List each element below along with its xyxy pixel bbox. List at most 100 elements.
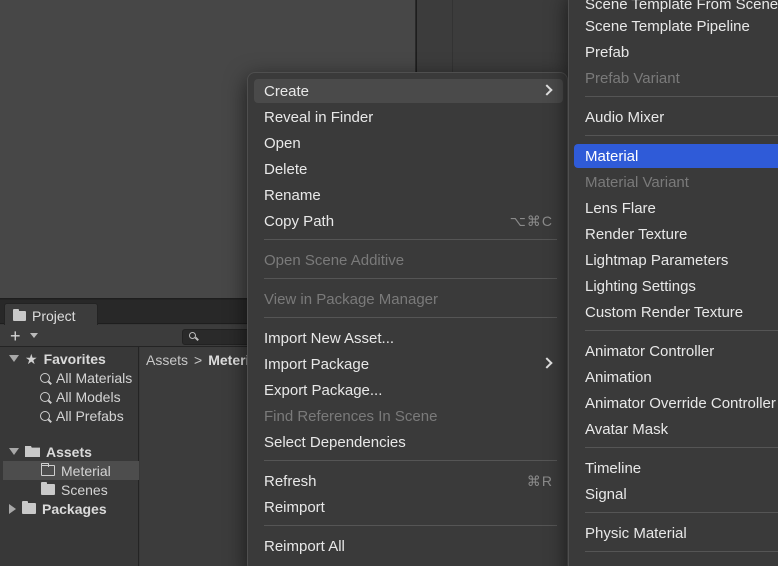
shortcut-label: ⌘R (526, 472, 553, 489)
menu-item-label: Lightmap Parameters (585, 251, 729, 269)
tree-item-label: Meterial (61, 462, 111, 479)
tree-item-all-prefabs[interactable]: All Prefabs (40, 406, 124, 425)
submenu-item-render-texture[interactable]: Render Texture (574, 222, 778, 246)
menu-item-create[interactable]: Create (254, 79, 563, 103)
context-menu: Create Reveal in Finder Open Delete Rena… (247, 72, 568, 566)
submenu-item-animation[interactable]: Animation (574, 365, 778, 389)
tree-item-favorites[interactable]: ★ Favorites (9, 349, 106, 368)
submenu-item-lightmap-parameters[interactable]: Lightmap Parameters (574, 248, 778, 272)
menu-item-label: Import Package (264, 355, 370, 373)
menu-item-label: Signal (585, 485, 627, 503)
expand-triangle-icon[interactable] (9, 355, 19, 362)
menu-item-reimport-all[interactable]: Reimport All (254, 534, 563, 558)
favorites-label: Favorites (43, 350, 106, 367)
menu-item-label: Animator Controller (585, 342, 715, 360)
submenu-item-audio-mixer[interactable]: Audio Mixer (574, 105, 778, 129)
submenu-item-scene-template-pipeline[interactable]: Scene Template Pipeline (574, 14, 778, 38)
tree-item-packages[interactable]: Packages (9, 499, 107, 518)
menu-separator (585, 135, 778, 136)
menu-separator (585, 512, 778, 513)
chevron-right-icon (541, 357, 553, 369)
menu-item-label: Animation (585, 368, 652, 386)
menu-item-open[interactable]: Open (254, 131, 563, 155)
breadcrumb-assets[interactable]: Assets (146, 352, 188, 368)
shortcut-label: ⌥⌘C (509, 212, 553, 229)
submenu-item-custom-render-texture[interactable]: Custom Render Texture (574, 300, 778, 324)
project-tab-label: Project (32, 308, 76, 324)
submenu-item-prefab[interactable]: Prefab (574, 40, 778, 64)
tree-item-all-models[interactable]: All Models (40, 387, 121, 406)
menu-item-label: Open Scene Additive (264, 251, 405, 269)
menu-item-delete[interactable]: Delete (254, 157, 563, 181)
menu-item-label: Prefab (585, 43, 630, 61)
menu-item-import-new-asset[interactable]: Import New Asset... (254, 326, 563, 350)
search-icon (189, 332, 196, 339)
project-tab[interactable]: Project (4, 303, 98, 325)
menu-item-label: Rename (264, 186, 321, 204)
menu-item-reimport[interactable]: Reimport (254, 495, 563, 519)
submenu-item-animator-override-controller[interactable]: Animator Override Controller (574, 391, 778, 415)
folder-icon (22, 501, 36, 514)
submenu-item-avatar-mask[interactable]: Avatar Mask (574, 417, 778, 441)
packages-label: Packages (42, 500, 107, 517)
menu-item-find-references: Find References In Scene (254, 404, 563, 428)
tree-item-all-materials[interactable]: All Materials (40, 368, 132, 387)
search-icon (40, 372, 50, 383)
menu-separator (585, 551, 778, 552)
star-icon: ★ (25, 350, 38, 367)
menu-item-rename[interactable]: Rename (254, 183, 563, 207)
menu-item-label: Lighting Settings (585, 277, 696, 295)
menu-item-label: View in Package Manager (264, 290, 438, 308)
tree-item-meterial[interactable]: Meterial (3, 461, 139, 480)
project-tree: ★ Favorites All Materials All Models All… (0, 347, 139, 566)
create-plus-button[interactable]: + (10, 325, 21, 347)
menu-item-label: Scene Template Pipeline (585, 17, 750, 35)
menu-separator (264, 317, 557, 318)
submenu-item-animator-controller[interactable]: Animator Controller (574, 339, 778, 363)
menu-item-label: Reveal in Finder (264, 108, 374, 126)
chevron-right-icon (541, 84, 553, 96)
menu-item-import-package[interactable]: Import Package (254, 352, 563, 376)
tree-item-assets[interactable]: Assets (9, 442, 92, 461)
menu-item-copy-path[interactable]: Copy Path ⌥⌘C (254, 209, 563, 233)
submenu-item-timeline[interactable]: Timeline (574, 456, 778, 480)
menu-item-export-package[interactable]: Export Package... (254, 378, 563, 402)
search-input[interactable] (182, 329, 252, 345)
menu-item-label: Copy Path (264, 212, 335, 230)
menu-separator (264, 278, 557, 279)
submenu-item-lens-flare[interactable]: Lens Flare (574, 196, 778, 220)
submenu-item-signal[interactable]: Signal (574, 482, 778, 506)
menu-item-label: Prefab Variant (585, 69, 680, 87)
menu-separator (264, 239, 557, 240)
submenu-item-lighting-settings[interactable]: Lighting Settings (574, 274, 778, 298)
menu-item-select-dependencies[interactable]: Select Dependencies (254, 430, 563, 454)
menu-item-refresh[interactable]: Refresh ⌘R (254, 469, 563, 493)
tree-item-label: All Materials (56, 369, 133, 386)
menu-item-label: Material (585, 147, 639, 165)
menu-item-label: Audio Mixer (585, 108, 665, 126)
menu-item-label: Find References In Scene (264, 407, 438, 425)
menu-separator (585, 447, 778, 448)
submenu-item-material-variant: Material Variant (574, 170, 778, 194)
search-icon (40, 391, 50, 402)
tree-item-label: Scenes (61, 481, 108, 498)
menu-item-label: Custom Render Texture (585, 303, 744, 321)
menu-item-label: Scene Template From Scene (585, 0, 778, 13)
menu-item-open-scene-additive: Open Scene Additive (254, 248, 563, 272)
create-submenu: Scene Template From Scene Scene Template… (568, 0, 778, 566)
menu-item-reveal-in-finder[interactable]: Reveal in Finder (254, 105, 563, 129)
collapse-triangle-icon[interactable] (9, 503, 16, 514)
submenu-item-material[interactable]: Material (574, 144, 778, 168)
menu-item-view-in-package-manager: View in Package Manager (254, 287, 563, 311)
submenu-item-prefab-variant: Prefab Variant (574, 66, 778, 90)
menu-item-label: Open (264, 134, 301, 152)
tree-item-scenes[interactable]: Scenes (41, 480, 108, 499)
expand-triangle-icon[interactable] (9, 448, 19, 455)
menu-item-label: Delete (264, 160, 308, 178)
menu-item-label: Reimport (264, 498, 325, 516)
chevron-down-icon[interactable] (30, 333, 38, 338)
menu-item-label: Refresh (264, 472, 317, 490)
assets-label: Assets (46, 443, 92, 460)
submenu-item-physic-material[interactable]: Physic Material (574, 521, 778, 545)
menu-item-label: Select Dependencies (264, 433, 406, 451)
